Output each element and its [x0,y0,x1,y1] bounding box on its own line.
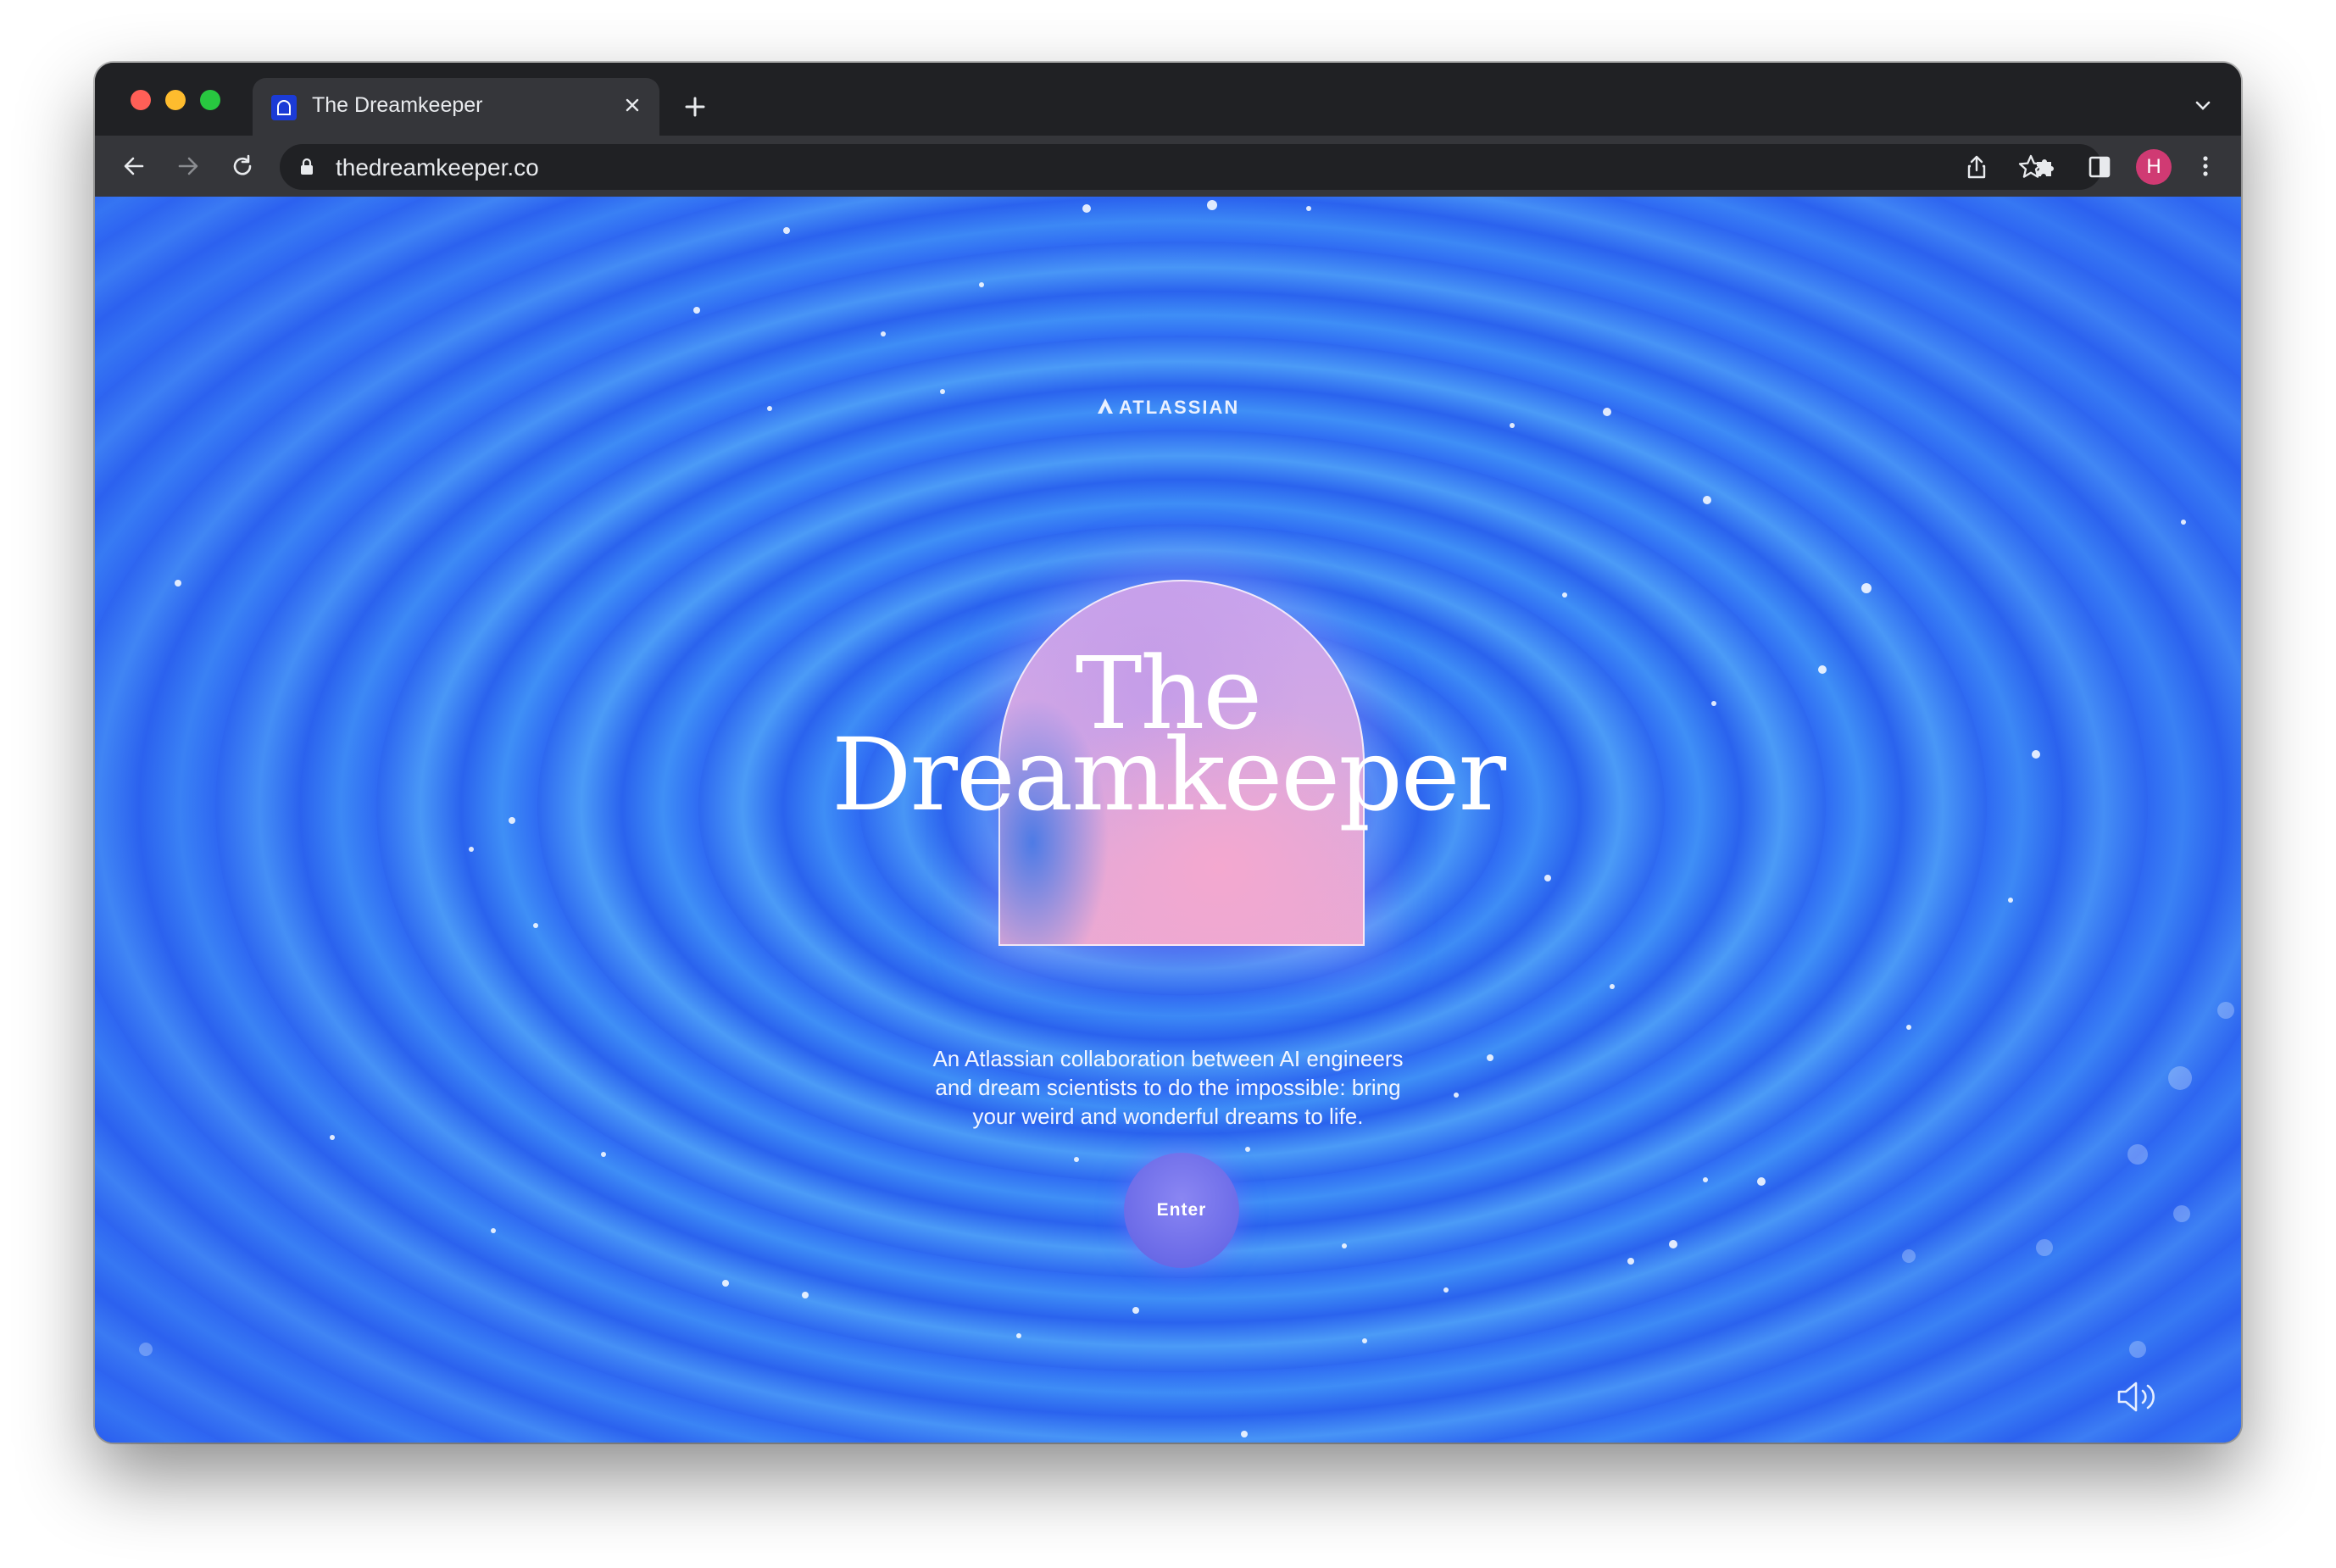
close-tab-icon[interactable] [617,90,648,120]
tab-search-chevron-icon[interactable] [2190,93,2216,119]
new-tab-icon[interactable] [680,92,710,122]
speaker-icon[interactable] [2114,1376,2161,1417]
address-bar[interactable]: thedreamkeeper.co [280,144,2102,190]
enter-button[interactable]: Enter [1124,1153,1239,1268]
reload-icon[interactable] [225,149,259,183]
profile-avatar[interactable]: H [2136,149,2172,185]
browser-window: The Dreamkeeper thedreamkeeper.co H ATLA… [95,63,2241,1443]
more-menu-icon[interactable] [2189,149,2222,183]
extensions-puzzle-icon[interactable] [2027,149,2061,183]
maximize-window-button[interactable] [200,90,220,110]
forward-arrow-icon[interactable] [171,149,205,183]
tab-the-dreamkeeper[interactable]: The Dreamkeeper [253,78,659,136]
tab-strip: The Dreamkeeper [95,63,2241,136]
page-title-line-2: Dreamkeeper [831,716,1506,833]
atlassian-mark-icon [1098,398,1113,414]
tagline: An Atlassian collaboration between AI en… [932,1046,1404,1129]
brand-wordmark: ATLASSIAN [1119,397,1240,418]
dreamkeeper-page: ATLASSIAN The Dreamkeeper An Atlassian c… [95,197,2241,1443]
back-arrow-icon[interactable] [117,149,151,183]
share-icon[interactable] [1961,152,1992,182]
side-panel-icon[interactable] [2082,149,2116,183]
tab-title: The Dreamkeeper [312,93,483,117]
toolbar: thedreamkeeper.co H [95,136,2241,197]
close-window-button[interactable] [131,90,151,110]
minimize-window-button[interactable] [165,90,186,110]
atlassian-logo: ATLASSIAN [1097,395,1266,420]
dreamkeeper-arch-icon [271,95,297,120]
url-text[interactable]: thedreamkeeper.co [336,154,539,181]
lock-icon[interactable] [297,157,317,177]
